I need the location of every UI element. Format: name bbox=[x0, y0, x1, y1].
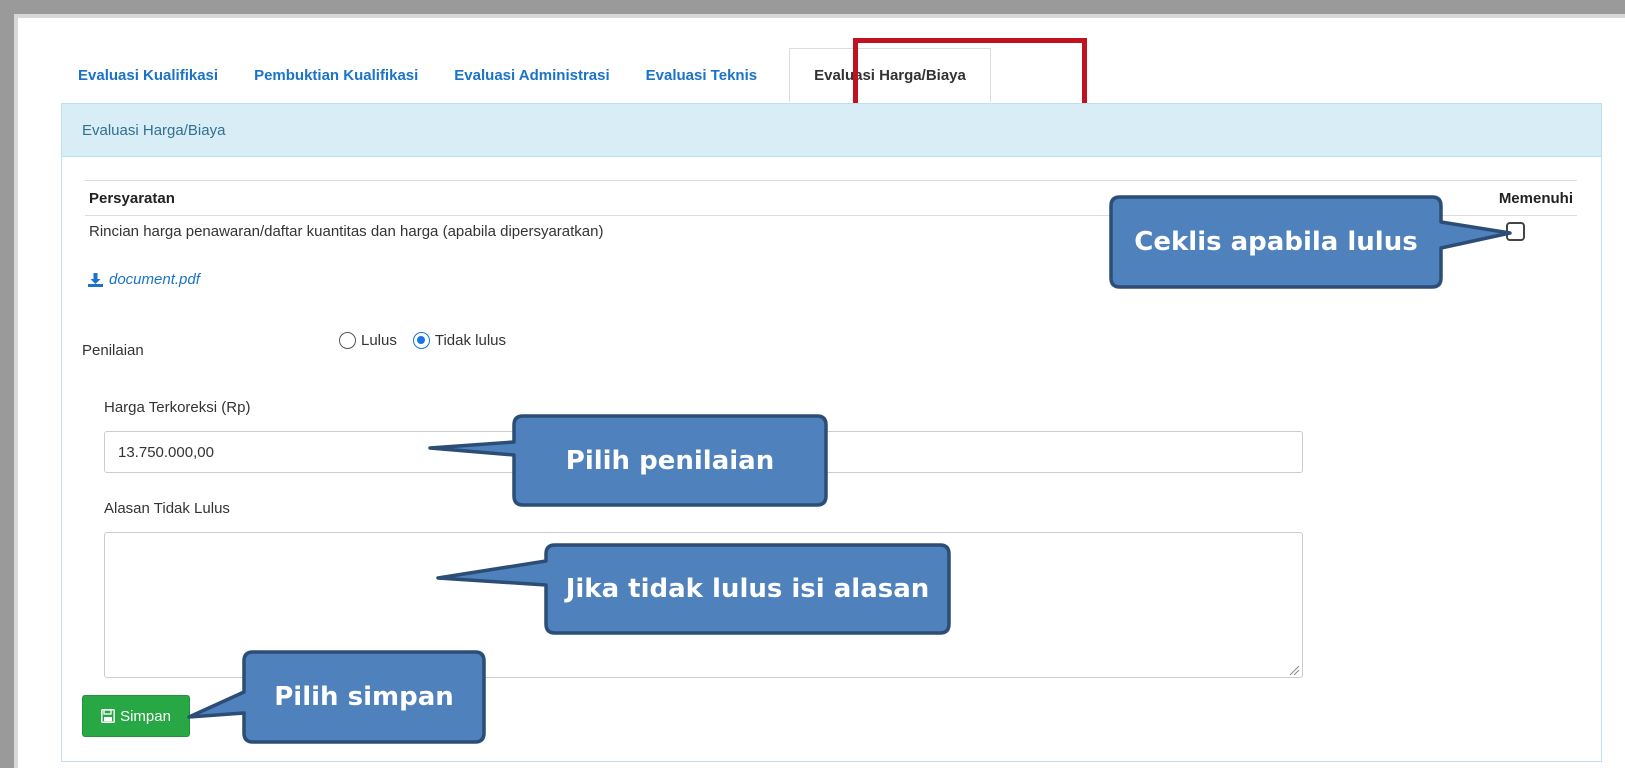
frame-inner-top bbox=[14, 14, 1625, 18]
tab-evaluasi-teknis[interactable]: Evaluasi Teknis bbox=[628, 67, 775, 84]
radio-option-lulus[interactable]: Lulus bbox=[339, 332, 397, 349]
callout-reason-text: Jika tidak lulus isi alasan bbox=[565, 574, 930, 604]
harga-terkoreksi-label: Harga Terkoreksi (Rp) bbox=[104, 399, 251, 416]
radio-tidak-lulus-label: Tidak lulus bbox=[434, 332, 506, 349]
memenuhi-checkbox[interactable] bbox=[1506, 222, 1525, 241]
column-persyaratan: Persyaratan bbox=[89, 190, 175, 207]
save-button[interactable]: Simpan bbox=[82, 695, 190, 737]
evaluation-tabs: Evaluasi Kualifikasi Pembuktian Kualifik… bbox=[62, 48, 991, 102]
save-button-label: Simpan bbox=[120, 707, 171, 725]
requirement-text: Rincian harga penawaran/daftar kuantitas… bbox=[89, 223, 604, 240]
floppy-disk-icon bbox=[101, 709, 116, 723]
callout-save-text: Pilih simpan bbox=[274, 682, 454, 712]
penilaian-label: Penilaian bbox=[82, 342, 144, 359]
frame-border-left bbox=[0, 0, 14, 768]
document-download-link[interactable]: document.pdf bbox=[88, 271, 200, 288]
radio-lulus[interactable] bbox=[339, 332, 356, 349]
radio-option-tidak-lulus[interactable]: Tidak lulus bbox=[412, 332, 506, 349]
tab-evaluasi-kualifikasi[interactable]: Evaluasi Kualifikasi bbox=[62, 67, 236, 84]
panel-heading: Evaluasi Harga/Biaya bbox=[62, 104, 1601, 157]
document-link-text: document.pdf bbox=[109, 271, 200, 288]
penilaian-radio-group: Lulus Tidak lulus bbox=[339, 332, 522, 349]
callout-assessment-text: Pilih penilaian bbox=[565, 445, 775, 476]
frame-border-top bbox=[0, 0, 1625, 14]
column-memenuhi: Memenuhi bbox=[1498, 190, 1573, 207]
radio-lulus-label: Lulus bbox=[361, 332, 397, 349]
radio-tidak-lulus[interactable] bbox=[412, 332, 430, 349]
callout-check-text: Ceklis apabila lulus bbox=[1134, 227, 1418, 257]
download-icon bbox=[88, 272, 103, 287]
frame-inner-left bbox=[14, 14, 18, 768]
resize-grip-icon[interactable] bbox=[1288, 664, 1300, 676]
alasan-tidak-lulus-label: Alasan Tidak Lulus bbox=[104, 500, 230, 517]
tab-evaluasi-harga-biaya[interactable]: Evaluasi Harga/Biaya bbox=[789, 48, 991, 102]
tab-evaluasi-administrasi[interactable]: Evaluasi Administrasi bbox=[436, 67, 627, 84]
tab-pembuktian-kualifikasi[interactable]: Pembuktian Kualifikasi bbox=[236, 67, 436, 84]
